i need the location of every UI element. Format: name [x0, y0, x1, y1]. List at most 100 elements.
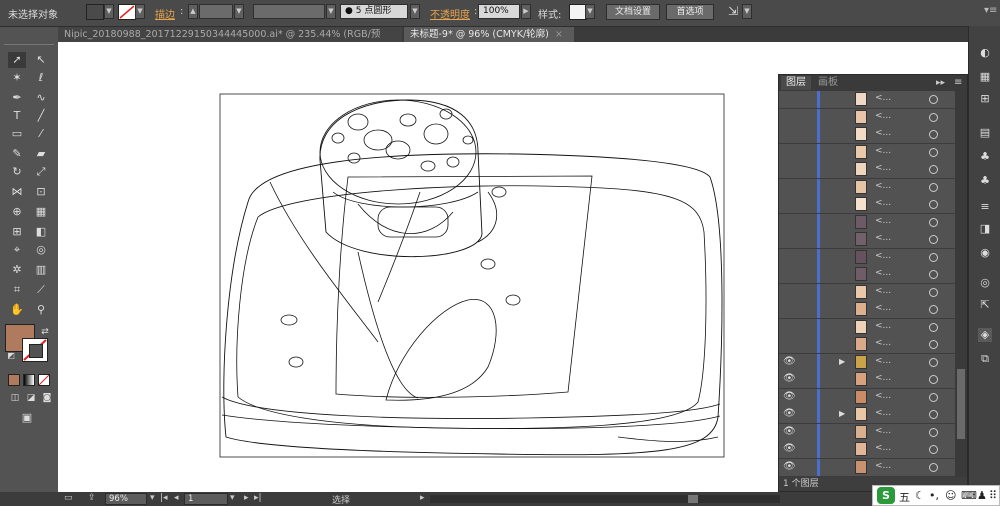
layer-name[interactable]: <... [875, 286, 891, 296]
layer-row[interactable]: 👁 <... [779, 371, 955, 389]
layer-row[interactable]: <... [779, 143, 955, 162]
layer-name[interactable]: <... [875, 461, 891, 471]
scale-tool-icon[interactable]: ⤢ [32, 164, 50, 180]
mesh-tool-icon[interactable]: ⊞ [8, 224, 26, 240]
layer-name[interactable]: <... [875, 268, 891, 278]
layer-name[interactable]: <... [875, 128, 891, 138]
layer-name[interactable]: <... [875, 93, 891, 103]
color-icon[interactable]: ◐ [978, 46, 992, 60]
variable-width-profile[interactable] [253, 4, 325, 19]
target-circle-icon[interactable] [929, 340, 938, 349]
gradient-icon[interactable]: ◨ [978, 222, 992, 236]
visibility-eye-icon[interactable]: 👁 [783, 409, 796, 419]
visibility-eye-icon[interactable] [783, 129, 795, 139]
target-circle-icon[interactable] [929, 287, 938, 297]
visibility-eye-icon[interactable]: 👁 [783, 356, 796, 367]
free-transform-tool-icon[interactable]: ⊡ [32, 184, 50, 200]
artboards-panel-icon[interactable]: ⧉ [978, 352, 992, 366]
eraser-tool-icon[interactable]: ▰ [32, 146, 50, 162]
stroke-label[interactable]: 描边 [155, 6, 175, 21]
layer-row[interactable]: <... [779, 301, 955, 319]
layer-name[interactable]: <... [875, 216, 891, 226]
layer-name[interactable]: <... [875, 251, 891, 261]
zoom-field[interactable]: 96% [105, 493, 147, 505]
preferences-button[interactable]: 首选项 [666, 4, 714, 20]
line-segment-tool-icon[interactable]: ╱ [32, 108, 50, 124]
target-circle-icon[interactable] [929, 217, 938, 227]
target-circle-icon[interactable] [929, 252, 938, 262]
punctuation-icon[interactable]: •, [929, 489, 939, 502]
stroke-color-box[interactable] [22, 338, 48, 362]
collapse-panel-icon[interactable]: ▸▸ [931, 76, 950, 90]
stroke-weight-stepper[interactable]: ▲ [188, 4, 198, 19]
visibility-eye-icon[interactable] [783, 234, 795, 244]
tab-nipic-document[interactable]: Nipic_20180988_20171229150344445000.ai* … [58, 27, 402, 55]
symbols-icon[interactable]: ♣ [978, 150, 992, 164]
moon-icon[interactable]: ☾ [915, 489, 925, 502]
asset-export-icon[interactable]: ⇱ [978, 298, 992, 312]
visibility-eye-icon[interactable] [783, 94, 795, 104]
graphic-styles-icon[interactable]: ♣ [978, 174, 992, 188]
layer-name[interactable]: <... [875, 303, 891, 313]
layer-row[interactable]: <... [779, 266, 955, 284]
layer-row[interactable]: <... [779, 336, 955, 354]
artboard-number-field[interactable]: 1 [184, 493, 228, 505]
align-icon[interactable]: ⇲ [728, 4, 738, 18]
layer-name[interactable]: <... [875, 198, 891, 208]
layer-row[interactable]: <... [779, 196, 955, 214]
layer-row[interactable]: 👁 <... [779, 423, 955, 442]
stroke-swatch[interactable] [118, 4, 136, 20]
artboard-dropdown[interactable]: ▾ [230, 493, 235, 503]
target-circle-icon[interactable] [929, 357, 938, 367]
color-guide-icon[interactable]: ▦ [978, 70, 992, 84]
fill-swatch[interactable] [86, 4, 104, 20]
user-icon[interactable]: ♟ [977, 489, 987, 502]
target-circle-icon[interactable] [929, 147, 938, 157]
layer-row[interactable]: <... [779, 213, 955, 232]
shape-builder-tool-icon[interactable]: ⊕ [8, 204, 26, 220]
next-artboard-icon[interactable]: ▸ [244, 493, 249, 503]
visibility-eye-icon[interactable] [783, 287, 795, 297]
brushes-icon[interactable]: ▤ [978, 126, 992, 140]
layer-row[interactable]: <... [779, 318, 955, 337]
visibility-eye-icon[interactable] [783, 199, 795, 209]
hscroll-thumb[interactable] [688, 495, 698, 503]
layers-scrollbar[interactable] [955, 91, 967, 477]
profile-dropdown[interactable]: ▼ [326, 4, 336, 19]
selection-tool-icon[interactable]: ➚ [8, 52, 26, 68]
align-dropdown[interactable]: ▼ [742, 4, 752, 19]
swap-fill-stroke-icon[interactable]: ⇄ [36, 324, 54, 340]
target-circle-icon[interactable] [929, 235, 938, 244]
layers-panel-icon[interactable]: ◈ [978, 328, 992, 342]
layer-name[interactable]: <... [875, 408, 891, 418]
transparency-icon[interactable]: ◉ [978, 246, 992, 260]
symbol-sprayer-tool-icon[interactable]: ✲ [8, 262, 26, 278]
color-mode-icon[interactable] [8, 374, 20, 386]
column-graph-tool-icon[interactable]: ▥ [32, 262, 50, 278]
layer-row[interactable]: 👁 <... [779, 388, 955, 407]
last-artboard-icon[interactable]: ▸| [254, 493, 262, 503]
lasso-tool-icon[interactable]: ℓ [32, 70, 50, 86]
blend-tool-icon[interactable]: ◎ [32, 242, 50, 258]
ime-grid-icon[interactable]: ⠿ [989, 489, 997, 502]
target-circle-icon[interactable] [929, 305, 938, 314]
layer-row[interactable]: <... [779, 108, 955, 127]
prev-artboard-icon[interactable]: ◂ [174, 493, 179, 503]
close-tab-icon[interactable]: × [555, 29, 563, 40]
target-circle-icon[interactable] [929, 200, 938, 209]
layer-row[interactable]: 👁 ▶ <... [779, 406, 955, 424]
stroke-dropdown-arrow[interactable]: ▼ [135, 4, 145, 19]
type-tool-icon[interactable]: T [8, 108, 26, 124]
gradient-mode-icon[interactable] [23, 374, 35, 386]
tab-untitled-9[interactable]: 未标题-9* @ 96% (CMYK/轮廓) × [404, 27, 574, 42]
layer-name[interactable]: <... [875, 181, 891, 191]
screen-mode-icon[interactable]: ▣ [18, 410, 36, 426]
visibility-eye-icon[interactable] [783, 182, 795, 192]
style-dropdown[interactable]: ▼ [585, 4, 595, 19]
target-circle-icon[interactable] [929, 375, 938, 384]
toolbox-grip[interactable] [4, 44, 54, 49]
layer-name[interactable]: <... [875, 321, 891, 331]
rectangle-tool-icon[interactable]: ▭ [8, 126, 26, 142]
target-circle-icon[interactable] [929, 165, 938, 174]
visibility-eye-icon[interactable] [783, 164, 795, 174]
